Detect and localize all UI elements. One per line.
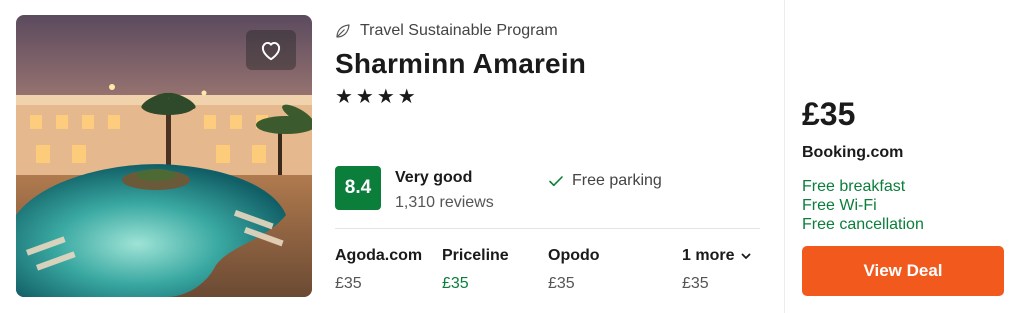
divider [335,228,760,229]
perk-item: Free cancellation [802,216,924,233]
star-rating: ★★★★ [335,86,419,108]
chevron-down-icon [742,253,751,259]
hotel-name[interactable]: Sharminn Amarein [335,48,586,80]
amenity-label: Free parking [572,172,662,189]
heart-icon [261,41,281,61]
provider-option[interactable]: Agoda.com £35 [335,247,422,293]
provider-option[interactable]: Opodo £35 [548,247,600,293]
program-label: Travel Sustainable Program [360,22,558,39]
favorite-button[interactable] [246,30,296,70]
provider-price: £35 [548,275,575,292]
column-separator [784,0,785,313]
hotel-result-card: Travel Sustainable Program Sharminn Amar… [0,0,1024,313]
perk-item: Free breakfast [802,178,906,195]
more-providers-label: 1 more [682,247,735,264]
provider-price: £35 [335,275,362,292]
more-providers-dropdown[interactable]: 1 more £35 [682,247,752,293]
provider-price: £35 [682,275,709,292]
provider-price: £35 [442,275,469,292]
provider-option[interactable]: Priceline £35 [442,247,509,293]
best-provider-name: Booking.com [802,144,904,161]
check-icon [549,176,563,187]
rating-label: Very good [395,169,473,186]
rating-score-badge: 8.4 [335,166,381,210]
view-deal-button[interactable]: View Deal [802,246,1004,296]
leaf-icon [336,24,350,38]
deal-perks: Free breakfast Free Wi-Fi Free cancellat… [802,177,924,234]
amenity-item: Free parking [548,172,662,190]
provider-name: Agoda.com [335,247,423,264]
best-price: £35 [802,96,856,132]
provider-name: Opodo [548,247,600,264]
perk-item: Free Wi-Fi [802,197,877,214]
sustainability-program: Travel Sustainable Program [334,21,558,41]
review-count[interactable]: 1,310 reviews [395,194,494,212]
provider-name: Priceline [442,247,509,264]
